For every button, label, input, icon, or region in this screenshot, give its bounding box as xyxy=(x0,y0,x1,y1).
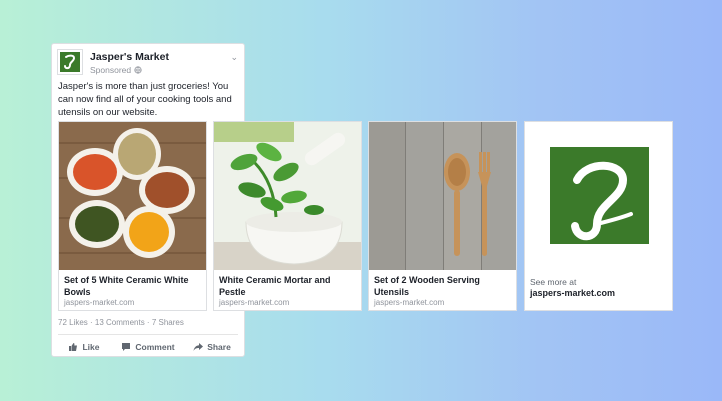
share-label: Share xyxy=(207,342,231,352)
divider xyxy=(58,334,238,335)
product-image-utensils xyxy=(369,122,516,270)
post-header: Jasper's Market Sponsored ⌄ xyxy=(57,49,238,78)
like-label: Like xyxy=(82,342,100,352)
card-title: White Ceramic Mortar and Pestle xyxy=(219,275,331,297)
card-domain: jaspers-market.com xyxy=(64,298,135,307)
logo-mark-icon xyxy=(64,54,76,70)
carousel-card-bowls[interactable]: Set of 5 White Ceramic White Bowls jaspe… xyxy=(58,121,207,311)
brand-logo-image xyxy=(525,122,672,270)
like-button[interactable]: Like xyxy=(52,340,116,354)
see-more-domain[interactable]: jaspers-market.com xyxy=(530,288,615,298)
share-button[interactable]: Share xyxy=(180,340,244,354)
thumbs-up-icon xyxy=(69,343,78,351)
carousel-card-mortar[interactable]: White Ceramic Mortar and Pestle jaspers-… xyxy=(213,121,362,311)
carousel-card-see-more[interactable]: See more at jaspers-market.com xyxy=(524,121,673,311)
post-text: Jasper's is more than just groceries! Yo… xyxy=(58,81,232,118)
see-more-label: See more at xyxy=(530,277,577,287)
product-image-bowls xyxy=(59,122,206,270)
comment-button[interactable]: Comment xyxy=(116,340,180,354)
chevron-down-icon[interactable]: ⌄ xyxy=(230,52,238,63)
globe-icon xyxy=(133,66,142,74)
comment-label: Comment xyxy=(135,342,175,352)
social-counts[interactable]: 72 Likes · 13 Comments · 7 Shares xyxy=(58,318,184,327)
share-icon xyxy=(193,343,204,351)
page-name[interactable]: Jasper's Market xyxy=(90,51,169,63)
sponsored-text: Sponsored xyxy=(90,65,132,75)
sponsored-label: Sponsored xyxy=(90,65,142,75)
card-title: Set of 5 White Ceramic White Bowls xyxy=(64,275,189,297)
card-domain: jaspers-market.com xyxy=(374,298,445,307)
product-image-mortar xyxy=(214,122,361,270)
page-logo[interactable] xyxy=(57,49,83,75)
comment-icon xyxy=(122,343,131,351)
action-bar: Like Comment Share xyxy=(52,340,244,354)
card-domain: jaspers-market.com xyxy=(219,298,290,307)
card-title: Set of 2 Wooden Serving Utensils xyxy=(374,275,480,297)
carousel-card-utensils[interactable]: Set of 2 Wooden Serving Utensils jaspers… xyxy=(368,121,517,311)
